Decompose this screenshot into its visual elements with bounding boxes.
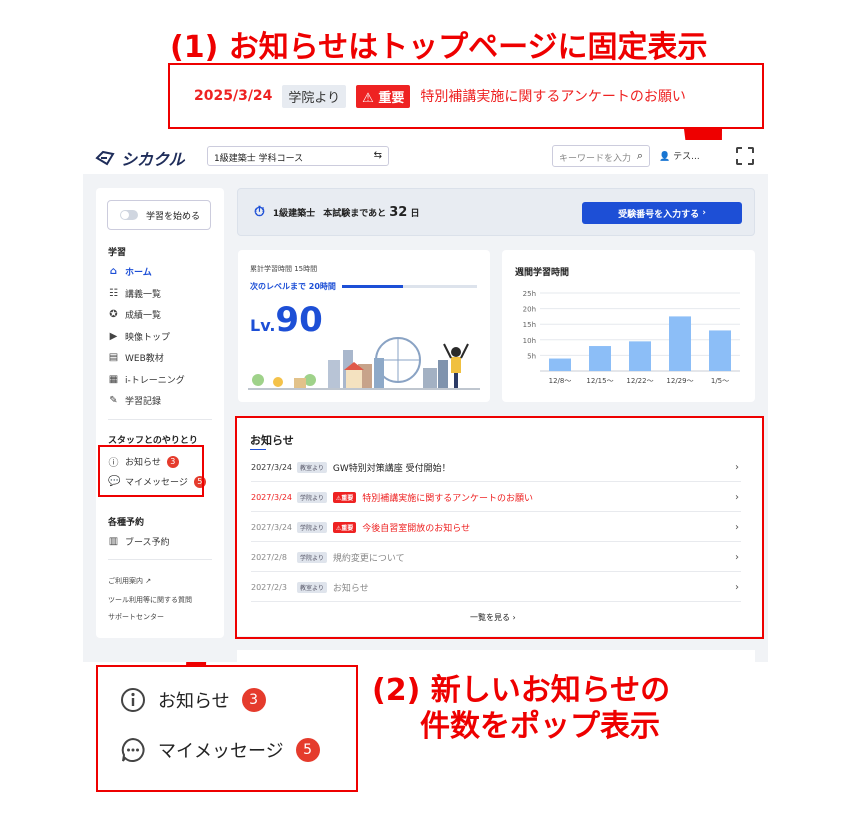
sidebar-item-label: i-トレーニング — [125, 376, 185, 386]
zoom-messages-badge: 5 — [295, 738, 320, 762]
y-tick-label: 20h — [523, 306, 536, 314]
sidebar-item-training[interactable]: ▦ i-トレーニング — [108, 373, 185, 386]
chart-bar — [549, 358, 571, 371]
city-illustration — [248, 337, 480, 390]
sidebar-item-label: 成績一覧 — [125, 311, 162, 321]
sidebar-item-home[interactable]: ⌂ ホーム — [108, 265, 152, 278]
chart-bar — [629, 341, 651, 371]
divider — [108, 559, 212, 560]
zoom-messages-item: マイメッセージ 5 — [120, 737, 320, 763]
link-support[interactable]: サポートセンター — [108, 612, 164, 622]
next-card-edge — [237, 650, 755, 662]
sidebar-item-video[interactable]: ▶ 映像トップ — [108, 330, 170, 343]
logo-text: シカクル — [121, 150, 185, 169]
countdown-label: 本試験まであと — [323, 208, 387, 219]
swap-icon: ⇆ — [373, 150, 382, 161]
sidebar-item-label: ブース予約 — [125, 538, 170, 548]
user-menu[interactable]: 👤 テス... — [659, 149, 700, 162]
caption-2-line-2: 件数をポップ表示 — [420, 709, 660, 744]
zoom-messages-label: マイメッセージ — [158, 741, 284, 762]
next-level-hours: 次のレベルまで 20時間 — [250, 282, 336, 291]
chart-bar — [709, 330, 731, 371]
start-study-label: 学習を始める — [146, 211, 201, 222]
course-selector[interactable]: 1級建築士 学科コース ⇆ — [207, 146, 389, 166]
divider — [108, 419, 212, 420]
caption-2-line-1: (2) 新しいお知らせの — [372, 673, 671, 708]
info-icon — [121, 688, 145, 712]
link-guide[interactable]: ご利用案内 ↗ — [108, 576, 151, 586]
course-label: 1級建築士 学科コース — [214, 154, 304, 164]
weekly-study-chart: 5h 10h 15h 20h 25h 12/8〜 12/15〜 12/22〜 12/29〜 1/5… — [523, 290, 740, 385]
x-tick-label: 12/22〜 — [626, 377, 653, 385]
chart-bar — [669, 316, 691, 371]
zoom-notices-badge: 3 — [241, 688, 266, 712]
sidebar-item-web-material[interactable]: ▤ WEB教材 — [108, 351, 164, 364]
sidebar-item-label: WEB教材 — [125, 354, 164, 364]
sidebar-highlight-box — [98, 445, 204, 497]
user-name: テス... — [673, 152, 700, 162]
sidebar-item-label: ホーム — [125, 268, 152, 278]
sidebar-item-study-log[interactable]: ✎ 学習記録 — [108, 394, 161, 407]
countdown-days: 32 — [389, 204, 408, 220]
x-tick-label: 12/29〜 — [666, 377, 693, 385]
chat-icon — [121, 737, 145, 762]
stopwatch-icon: ⏱ — [254, 204, 265, 220]
section-study: 学習 — [108, 248, 127, 258]
training-icon: ▦ — [108, 374, 119, 385]
y-tick-label: 5h — [527, 352, 536, 360]
countdown-text: ⏱ 1級建築士 本試験まであと 32 日 — [254, 204, 420, 220]
zoom-notices-label: お知らせ — [158, 691, 230, 712]
logo-icon — [95, 150, 115, 166]
caption-2: (2) 新しいお知らせの 件数をポップ表示 — [372, 673, 670, 745]
sidebar-item-label: 講義一覧 — [125, 290, 162, 300]
x-tick-label: 12/15〜 — [586, 377, 613, 385]
chart-title: 週間学習時間 — [515, 268, 570, 278]
toggle-switch[interactable] — [120, 210, 138, 220]
qr-code-icon[interactable] — [736, 147, 754, 165]
video-icon: ▶ — [109, 331, 118, 342]
study-log-icon: ✎ — [109, 395, 118, 406]
section-booking: 各種予約 — [108, 518, 145, 528]
lecture-list-icon: ☷ — [109, 288, 118, 299]
sidebar-item-label: 映像トップ — [125, 333, 171, 343]
app-logo[interactable]: シカクル — [95, 146, 185, 170]
y-tick-label: 15h — [523, 321, 536, 329]
level-progress-fill — [342, 285, 403, 288]
chart-bar — [589, 346, 611, 371]
y-tick-label: 10h — [523, 337, 536, 345]
sidebar-item-grades[interactable]: ✪ 成績一覧 — [108, 308, 161, 321]
sidebar-item-label: 学習記録 — [125, 397, 162, 407]
start-study-toggle[interactable]: 学習を始める — [107, 200, 211, 230]
home-icon: ⌂ — [109, 266, 118, 277]
enter-exam-number-button[interactable]: 受験番号を入力する › — [582, 202, 742, 224]
zoom-notices-item: お知らせ 3 — [120, 687, 266, 713]
sidebar-item-booth[interactable]: ▥ ブース予約 — [108, 535, 170, 548]
x-tick-label: 1/5〜 — [711, 377, 729, 385]
search-placeholder: キーワードを入力 — [559, 154, 632, 164]
search-icon: ⌕ — [636, 149, 643, 162]
web-material-icon: ▤ — [108, 352, 119, 363]
y-tick-label: 25h — [523, 290, 536, 298]
search-input[interactable]: キーワードを入力 ⌕ — [552, 145, 650, 167]
badge-zoom-callout: お知らせ 3 マイメッセージ 5 — [96, 665, 358, 792]
notice-highlight-box — [235, 416, 764, 639]
user-icon: 👤 — [659, 152, 671, 162]
grades-icon: ✪ — [109, 309, 118, 320]
link-faq[interactable]: ツール利用等に関する質問 — [108, 595, 192, 605]
external-link-icon: ↗ — [145, 577, 152, 585]
calendar-icon: ▥ — [108, 536, 119, 547]
x-tick-label: 12/8〜 — [549, 377, 572, 385]
sidebar-item-lectures[interactable]: ☷ 講義一覧 — [108, 287, 161, 300]
exam-name: 1級建築士 — [272, 208, 316, 219]
total-study-hours: 累計学習時間 15時間 — [250, 265, 318, 273]
countdown-unit: 日 — [410, 208, 420, 219]
level-progress-bar — [342, 285, 477, 288]
